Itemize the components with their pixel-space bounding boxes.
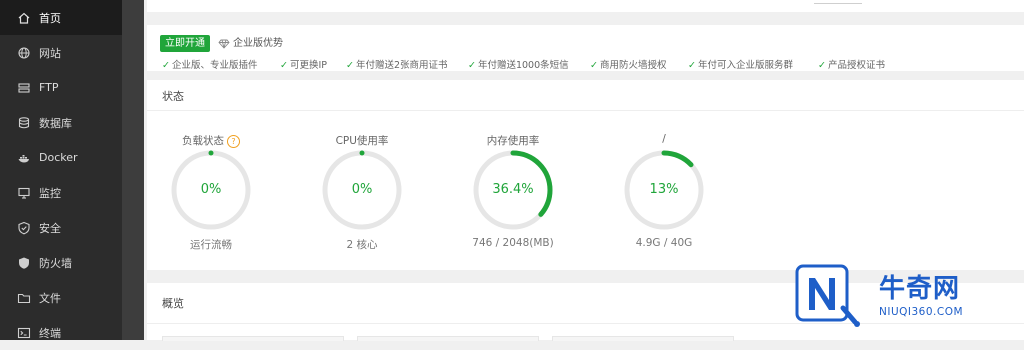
open-now-button[interactable]: 立即开通 (160, 35, 210, 52)
sidebar-item-security[interactable]: 安全 (0, 210, 122, 245)
docker-icon (17, 151, 31, 165)
sidebar-item-docker[interactable]: Docker (0, 140, 122, 175)
ftp-icon (17, 81, 31, 95)
terminal-icon (17, 326, 31, 340)
sidebar-item-label: 首页 (39, 11, 61, 25)
watermark-domain: NIUQI360.COM (879, 306, 964, 318)
check-icon: ✓ (818, 60, 826, 71)
globe-icon (17, 46, 31, 60)
sidebar: 首页 网站 FTP 数据库 Docker 监控 安全 防火墙 文件 终端 (0, 0, 122, 340)
feature-item: ✓ 年付赠送1000条短信 (468, 60, 569, 71)
cpu-usage-label: CPU使用率 (335, 135, 389, 147)
diamond-icon (218, 39, 230, 49)
watermark-logo: 牛奇网 NIUQI360.COM (793, 262, 993, 328)
status-panel: 状态 负载状态? 0% 运行流畅 CPU使用率 0% 2 核心 内存使用率 36… (147, 80, 1024, 270)
feature-item: ✓ 产品授权证书 (818, 60, 885, 71)
feature-item: ✓ 可更换IP (280, 60, 327, 71)
check-icon: ✓ (468, 60, 476, 71)
overview-card[interactable] (552, 336, 734, 341)
database-icon (17, 116, 31, 130)
help-icon[interactable]: ? (227, 134, 240, 148)
sidebar-collapse-strip (122, 0, 144, 340)
check-icon: ✓ (346, 60, 354, 71)
check-icon: ✓ (280, 60, 288, 71)
folder-icon (17, 291, 31, 305)
feature-item: ✓ 年付可入企业版服务群 (688, 60, 793, 71)
sidebar-item-label: FTP (39, 81, 59, 94)
watermark-brand: 牛奇网 (879, 274, 961, 304)
sidebar-item-label: 数据库 (39, 116, 72, 130)
sidebar-item-label: 安全 (39, 221, 61, 235)
sidebar-item-firewall[interactable]: 防火墙 (0, 245, 122, 280)
overview-card[interactable] (162, 336, 344, 341)
disk-sub: 4.9G / 40G (635, 237, 693, 249)
sidebar-item-home[interactable]: 首页 (0, 0, 122, 35)
feature-item: ✓ 年付赠送2张商用证书 (346, 60, 448, 71)
sidebar-item-label: 终端 (39, 326, 61, 340)
sidebar-item-label: 监控 (39, 186, 61, 200)
monitor-icon (17, 186, 31, 200)
enterprise-promo-panel: 立即开通 企业版优势 ✓ 企业版、专业版插件 ✓ 可更换IP ✓ 年付赠送2张商用证书… (147, 25, 1024, 71)
load-value: 0% (200, 182, 222, 197)
disk-value: 13% (649, 182, 679, 197)
memory-sub: 746 / 2048(MB) (472, 237, 554, 249)
load-sub: 运行流畅 (190, 239, 232, 251)
niuqi-n-logo-icon (795, 264, 860, 327)
feature-item: ✓ 企业版、专业版插件 (162, 60, 258, 71)
shield-outline-icon (17, 221, 31, 235)
enterprise-advantage-link[interactable]: 企业版优势 (218, 35, 283, 52)
cpu-value: 0% (351, 182, 373, 197)
sidebar-item-label: 文件 (39, 291, 61, 305)
check-icon: ✓ (590, 60, 598, 71)
overview-card[interactable] (357, 336, 539, 341)
home-icon (17, 11, 31, 25)
memory-value: 36.4% (492, 182, 534, 197)
status-title: 状态 (162, 90, 184, 103)
top-header-strip (147, 0, 1024, 12)
overview-title: 概览 (162, 297, 184, 310)
sidebar-item-monitor[interactable]: 监控 (0, 175, 122, 210)
divider (147, 110, 1024, 111)
sidebar-item-terminal[interactable]: 终端 (0, 315, 122, 350)
enterprise-advantage-label: 企业版优势 (233, 38, 283, 49)
sidebar-item-label: Docker (39, 151, 78, 164)
firewall-icon (17, 256, 31, 270)
disk-usage-label: / (662, 133, 666, 145)
cpu-sub: 2 核心 (346, 239, 378, 251)
sidebar-item-ftp[interactable]: FTP (0, 70, 122, 105)
sidebar-item-database[interactable]: 数据库 (0, 105, 122, 140)
sidebar-item-website[interactable]: 网站 (0, 35, 122, 70)
sidebar-item-files[interactable]: 文件 (0, 280, 122, 315)
memory-usage-label: 内存使用率 (486, 135, 540, 147)
feature-item: ✓ 商用防火墙授权 (590, 60, 667, 71)
check-icon: ✓ (162, 60, 170, 71)
check-icon: ✓ (688, 60, 696, 71)
header-button[interactable] (814, 0, 862, 4)
load-status-label: 负载状态? (151, 133, 271, 148)
sidebar-item-label: 网站 (39, 46, 61, 60)
sidebar-item-label: 防火墙 (39, 256, 72, 270)
